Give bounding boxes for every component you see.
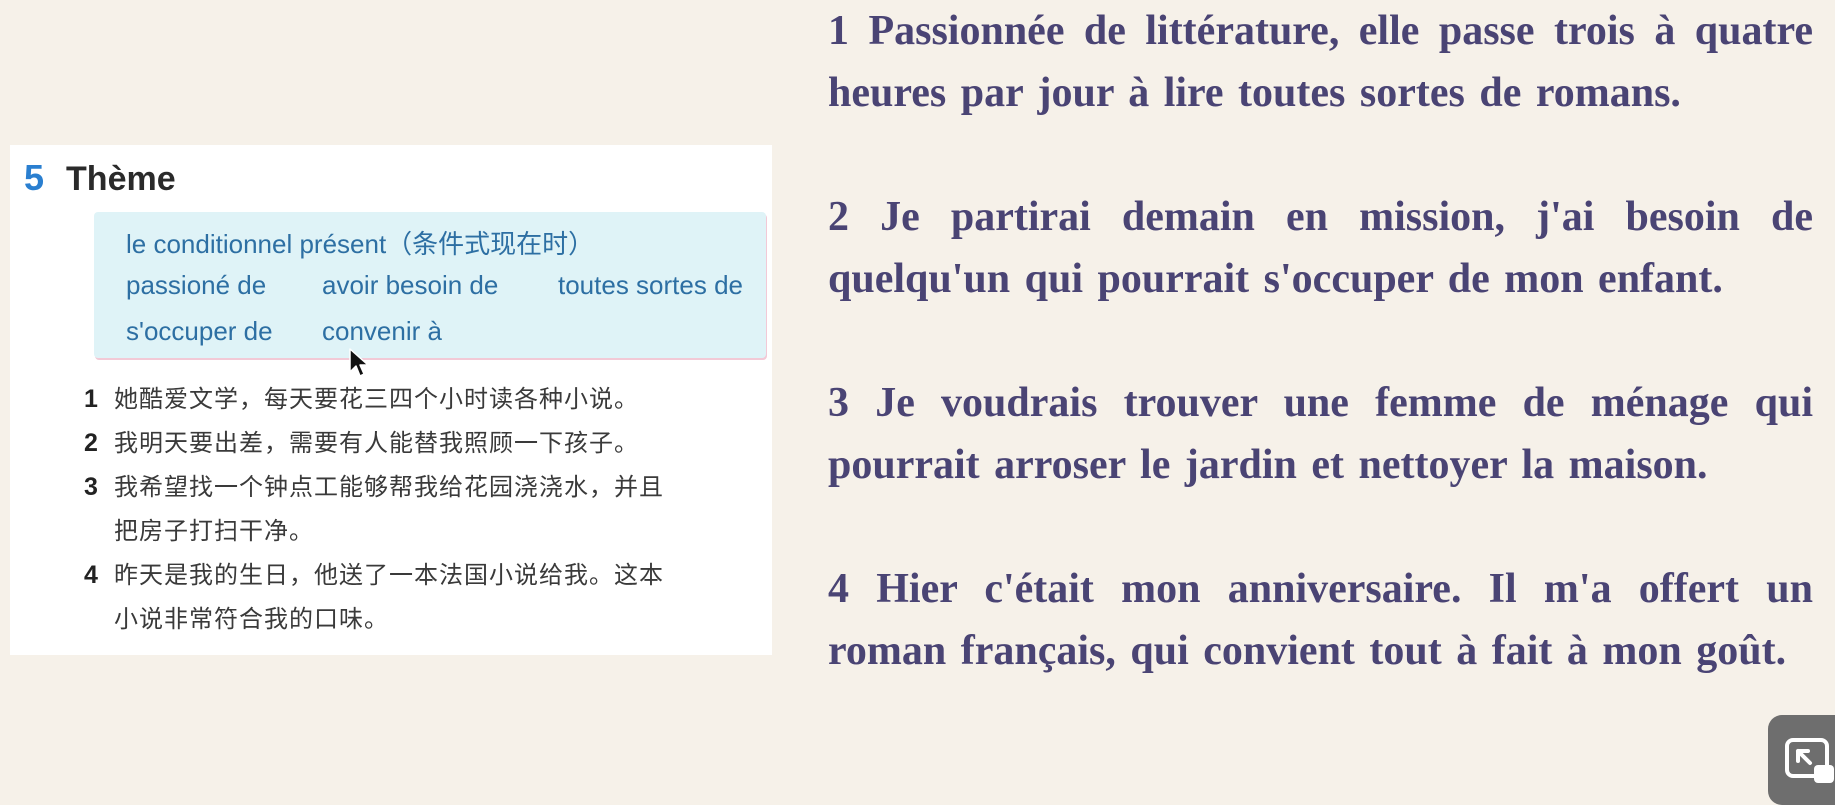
vocab-item: s'occuper de xyxy=(126,316,273,346)
exercise-text: 昨天是我的生日，他送了一本法国小说给我。这本 小说非常符合我的口味。 xyxy=(114,553,774,641)
exercise-number: 1 xyxy=(84,385,98,413)
exercise-list: 1 她酷爱文学，每天要花三四个小时读各种小说。 2 我明天要出差，需要有人能替我… xyxy=(84,377,774,641)
exercise-number: 4 xyxy=(84,561,98,589)
exercise-text: 我希望找一个钟点工能够帮我给花园浇浇水，并且 把房子打扫干净。 xyxy=(114,465,774,553)
vocab-item: convenir à xyxy=(322,316,442,346)
theme-header: 5 Thème xyxy=(24,157,176,199)
theme-number: 5 xyxy=(24,157,45,198)
vocab-item: avoir besoin de xyxy=(322,270,499,300)
answer-text: 1 Passionnée de littérature, elle passe … xyxy=(828,0,1813,744)
exercise-number: 3 xyxy=(84,473,98,501)
answer-paragraph: 4 Hier c'était mon anniversaire. Il m'a … xyxy=(828,566,1813,674)
exercise-text: 她酷爱文学，每天要花三四个小时读各种小说。 xyxy=(114,377,774,421)
exercise-text: 我明天要出差，需要有人能替我照顾一下孩子。 xyxy=(114,421,774,465)
exercise-number: 2 xyxy=(84,429,98,457)
exercise-item: 3 我希望找一个钟点工能够帮我给花园浇浇水，并且 把房子打扫干净。 xyxy=(84,465,774,553)
answer-paragraph: 3 Je voudrais trouver une femme de ménag… xyxy=(828,380,1813,488)
exercise-line: 她酷爱文学，每天要花三四个小时读各种小说。 xyxy=(114,385,639,413)
vocab-box: le conditionnel présent（条件式现在时） passioné… xyxy=(94,212,766,358)
exercise-item: 2 我明天要出差，需要有人能替我照顾一下孩子。 xyxy=(84,421,774,465)
picture-in-picture-button[interactable] xyxy=(1768,715,1835,805)
answer-paragraph: 1 Passionnée de littérature, elle passe … xyxy=(828,8,1813,116)
exercise-item: 1 她酷爱文学，每天要花三四个小时读各种小说。 xyxy=(84,377,774,421)
exercise-line: 小说非常符合我的口味。 xyxy=(114,605,389,633)
vocab-heading: le conditionnel présent（条件式现在时） xyxy=(126,229,595,259)
vocab-item: passioné de xyxy=(126,270,267,300)
mouse-pointer-icon xyxy=(349,348,369,377)
theme-title: Thème xyxy=(66,160,176,198)
exercise-line: 我明天要出差，需要有人能替我照顾一下孩子。 xyxy=(114,429,639,457)
vocab-item: toutes sortes de xyxy=(558,270,743,300)
answer-paragraph: 2 Je partirai demain en mission, j'ai be… xyxy=(828,194,1813,302)
exercise-line: 我希望找一个钟点工能够帮我给花园浇浇水，并且 xyxy=(114,473,664,501)
exercise-item: 4 昨天是我的生日，他送了一本法国小说给我。这本 小说非常符合我的口味。 xyxy=(84,553,774,641)
picture-in-picture-icon xyxy=(1785,738,1834,783)
exercise-line: 把房子打扫干净。 xyxy=(114,517,314,545)
exercise-line: 昨天是我的生日，他送了一本法国小说给我。这本 xyxy=(114,561,664,589)
textbook-panel: 5 Thème le conditionnel présent（条件式现在时） … xyxy=(10,145,772,655)
